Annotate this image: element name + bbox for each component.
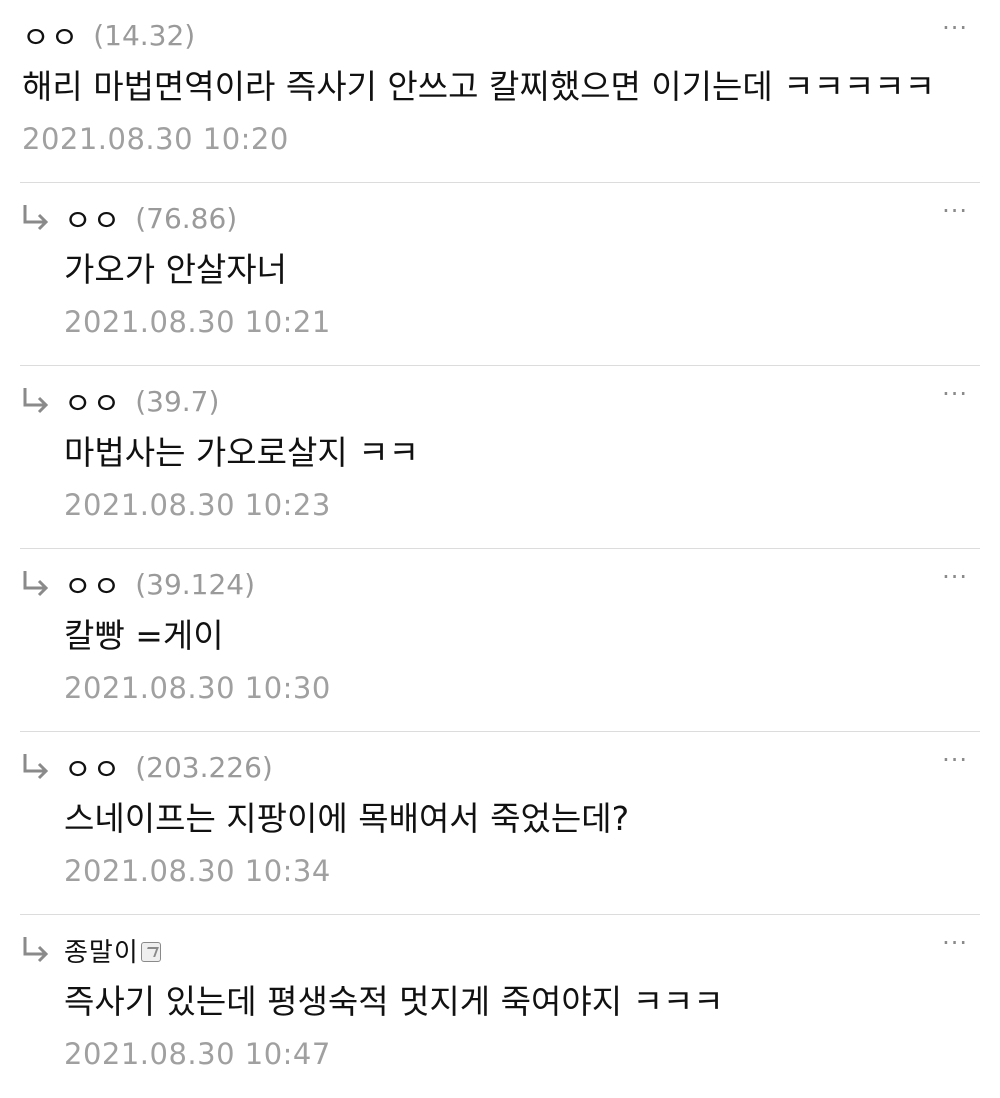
comment-text: 가오가 안살자너 bbox=[64, 250, 288, 289]
reply-item: ㅇㅇ (39.7) ··· 마법사는 가오로살지 ㅋㅋ 2021.08.30 1… bbox=[20, 366, 980, 549]
comment-text: 칼빵 =게이 bbox=[64, 616, 224, 655]
reply-arrow-icon bbox=[23, 205, 49, 231]
comment-item: ㅇㅇ (14.32) ··· 해리 마법면역이라 즉사기 안쓰고 칼찌했으면 이… bbox=[20, 0, 980, 183]
comment-date: 2021.08.30 10:34 bbox=[64, 854, 331, 888]
comment-ip: (39.124) bbox=[135, 567, 256, 601]
comment-header: ㅇㅇ (39.124) bbox=[20, 562, 256, 606]
comment-header: ㅇㅇ (39.7) bbox=[20, 379, 220, 423]
comment-header: ㅇㅇ (203.226) bbox=[20, 745, 273, 789]
comment-text: 마법사는 가오로살지 ㅋㅋ bbox=[64, 433, 419, 472]
reply-item: 종말이 ··· 즉사기 있는데 평생숙적 멋지게 죽여야지 ㅋㅋㅋ 2021.0… bbox=[20, 915, 980, 1098]
reply-arrow-icon bbox=[23, 754, 49, 780]
reply-item: ㅇㅇ (203.226) ··· 스네이프는 지팡이에 목배여서 죽었는데? 2… bbox=[20, 732, 980, 915]
comment-nickname[interactable]: ㅇㅇ bbox=[64, 196, 121, 240]
reply-item: ㅇㅇ (39.124) ··· 칼빵 =게이 2021.08.30 10:30 bbox=[20, 549, 980, 732]
reply-arrow-icon bbox=[23, 937, 49, 963]
comment-header: ㅇㅇ (14.32) bbox=[22, 13, 196, 57]
more-options-icon[interactable]: ··· bbox=[942, 197, 968, 225]
comment-date: 2021.08.30 10:23 bbox=[64, 488, 331, 522]
comment-text: 즉사기 있는데 평생숙적 멋지게 죽여야지 ㅋㅋㅋ bbox=[64, 982, 724, 1021]
comment-text: 해리 마법면역이라 즉사기 안쓰고 칼찌했으면 이기는데 ㅋㅋㅋㅋㅋ bbox=[22, 67, 936, 106]
comment-date: 2021.08.30 10:47 bbox=[64, 1037, 331, 1071]
comment-date: 2021.08.30 10:30 bbox=[64, 671, 331, 705]
comment-header: ㅇㅇ (76.86) bbox=[20, 196, 238, 240]
fixed-nick-badge-icon bbox=[140, 942, 161, 962]
comment-nickname[interactable]: ㅇㅇ bbox=[64, 379, 121, 423]
comment-date: 2021.08.30 10:20 bbox=[22, 122, 289, 156]
more-options-icon[interactable]: ··· bbox=[942, 563, 968, 591]
comment-ip: (39.7) bbox=[135, 384, 220, 418]
comment-nickname[interactable]: ㅇㅇ bbox=[64, 745, 121, 789]
reply-arrow-icon bbox=[23, 571, 49, 597]
comment-ip: (14.32) bbox=[93, 18, 196, 52]
comment-ip: (76.86) bbox=[135, 201, 238, 235]
comment-date: 2021.08.30 10:21 bbox=[64, 305, 331, 339]
more-options-icon[interactable]: ··· bbox=[942, 380, 968, 408]
comment-nickname[interactable]: ㅇㅇ bbox=[22, 13, 79, 57]
comment-nickname[interactable]: ㅇㅇ bbox=[64, 562, 121, 606]
comment-header: 종말이 bbox=[20, 931, 161, 969]
reply-arrow-icon bbox=[23, 388, 49, 414]
comment-thread: ㅇㅇ (14.32) ··· 해리 마법면역이라 즉사기 안쓰고 칼찌했으면 이… bbox=[0, 0, 1000, 1098]
reply-item: ㅇㅇ (76.86) ··· 가오가 안살자너 2021.08.30 10:21 bbox=[20, 183, 980, 366]
comment-nickname[interactable]: 종말이 bbox=[64, 932, 139, 969]
more-options-icon[interactable]: ··· bbox=[942, 14, 968, 42]
comment-text: 스네이프는 지팡이에 목배여서 죽었는데? bbox=[64, 799, 630, 838]
comment-ip: (203.226) bbox=[135, 750, 273, 784]
more-options-icon[interactable]: ··· bbox=[942, 746, 968, 774]
more-options-icon[interactable]: ··· bbox=[942, 929, 968, 957]
